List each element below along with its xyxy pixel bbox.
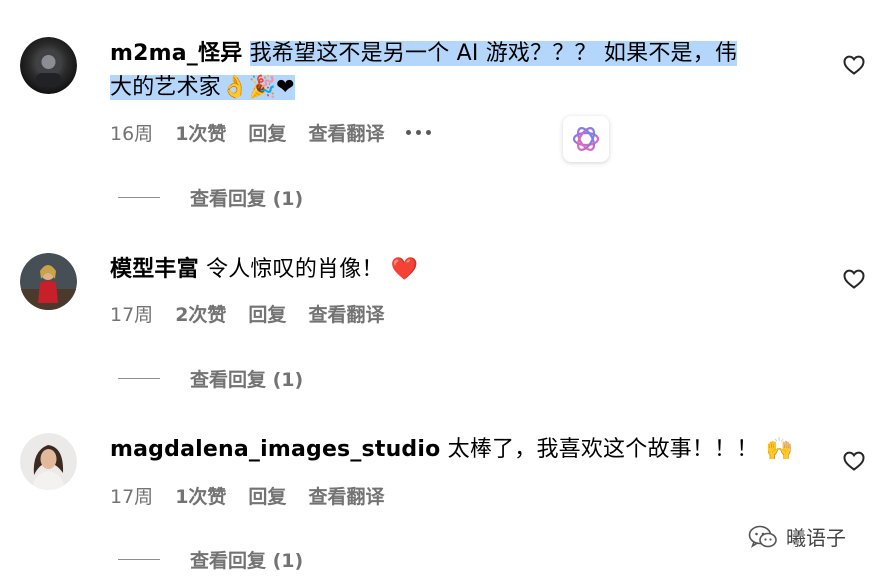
watermark: 曦语子 [748,522,846,551]
comment-text: 令人惊叹的肖像！ ❤️ [206,257,419,282]
openai-logo-icon[interactable] [563,116,609,162]
timestamp: 17周 [110,485,154,508]
view-replies[interactable]: 查看回复 (1) [118,546,303,573]
username[interactable]: m2ma_怪异 [110,41,242,66]
wechat-icon [748,525,777,548]
view-replies-label[interactable]: 查看回复 (1) [190,546,303,573]
timestamp: 16周 [110,122,154,145]
translate-button[interactable]: 查看翻译 [308,300,384,327]
heart-outline-icon [843,55,865,75]
like-button[interactable] [842,53,866,77]
username[interactable]: magdalena_images_studio [110,437,440,462]
likes-count[interactable]: 1次赞 [175,482,226,509]
comment-text-continued: 大的艺术家👌🎉❤ [110,75,295,100]
view-replies-label[interactable]: 查看回复 (1) [190,184,303,211]
reply-button[interactable]: 回复 [248,482,286,509]
view-replies-label[interactable]: 查看回复 (1) [190,365,303,392]
comment-text: 太棒了，我喜欢这个故事！！！ 🙌 [447,437,794,462]
divider [118,377,160,380]
heart-outline-icon [843,269,865,289]
like-button[interactable] [842,267,866,291]
comment-meta: 17周 1次赞 回复 查看翻译 [110,482,406,508]
likes-count[interactable]: 1次赞 [175,119,226,146]
watermark-text: 曦语子 [786,526,846,550]
avatar[interactable] [20,253,77,310]
likes-count[interactable]: 2次赞 [175,300,226,327]
more-dots-icon[interactable] [406,129,432,135]
divider [118,196,160,199]
comment-text: 我希望这不是另一个 AI 游戏？？？ 如果不是，伟 [249,41,738,66]
like-button[interactable] [842,449,866,473]
comment-meta: 17周 2次赞 回复 查看翻译 [110,300,406,326]
view-replies[interactable]: 查看回复 (1) [118,365,303,392]
translate-button[interactable]: 查看翻译 [308,482,384,509]
translate-button[interactable]: 查看翻译 [308,119,384,146]
avatar[interactable] [20,37,77,94]
reply-button[interactable]: 回复 [248,300,286,327]
avatar[interactable] [20,433,77,490]
username[interactable]: 模型丰富 [110,257,199,282]
heart-outline-icon [843,451,865,471]
comment-meta: 16周 1次赞 回复 查看翻译 [110,119,453,145]
divider [118,558,160,561]
timestamp: 17周 [110,303,154,326]
view-replies[interactable]: 查看回复 (1) [118,184,303,211]
reply-button[interactable]: 回复 [248,119,286,146]
